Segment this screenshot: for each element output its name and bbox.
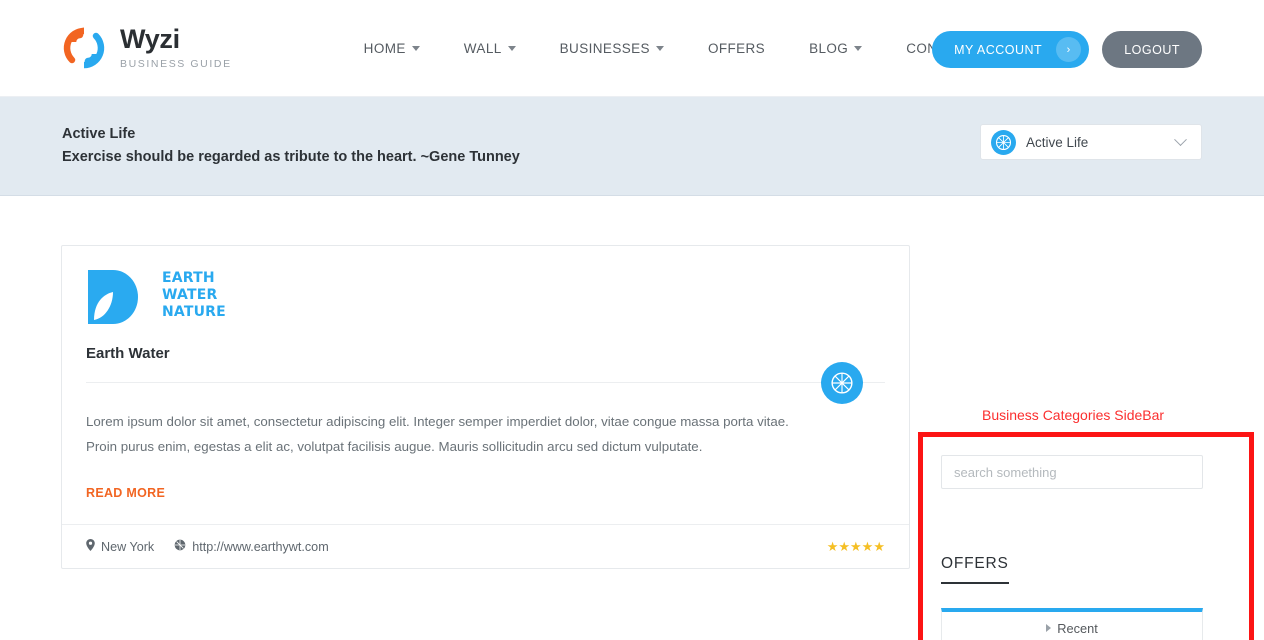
nav-label: WALL bbox=[463, 40, 502, 56]
business-listing-card: EARTH WATER NATURE Earth Water Lorem ips… bbox=[61, 245, 910, 569]
my-account-button[interactable]: MY ACCOUNT › bbox=[932, 31, 1090, 68]
location-text: New York bbox=[101, 539, 155, 554]
page-title: Active Life bbox=[62, 126, 136, 142]
card-footer: New York http://www.earthywt.com ★★★★★ bbox=[62, 524, 909, 568]
nav-label: BUSINESSES bbox=[559, 40, 650, 56]
basketball-circle-icon[interactable] bbox=[821, 362, 863, 404]
globe-icon bbox=[174, 539, 186, 554]
nav-item-offers[interactable]: OFFERS bbox=[686, 31, 787, 66]
logout-button[interactable]: LOGOUT bbox=[1102, 31, 1202, 68]
brand-logo[interactable]: Wyzi BUSINESS GUIDE bbox=[62, 26, 232, 70]
sidebar-annotation-label: Business Categories SideBar bbox=[982, 407, 1165, 423]
logo-line-2: WATER bbox=[162, 287, 218, 303]
chevron-down-icon bbox=[411, 45, 420, 51]
swirl-logo-icon bbox=[62, 26, 106, 70]
site-header: Wyzi BUSINESS GUIDE HOME WALL BUSINESSES… bbox=[0, 0, 1264, 97]
triangle-right-icon bbox=[1046, 624, 1052, 632]
brand-name: Wyzi bbox=[120, 24, 180, 54]
rating-stars: ★★★★★ bbox=[826, 538, 885, 554]
brand-text: Wyzi BUSINESS GUIDE bbox=[120, 24, 232, 71]
map-pin-icon bbox=[86, 539, 95, 554]
business-logo-row: EARTH WATER NATURE bbox=[86, 268, 885, 324]
category-quote: Exercise should be regarded as tribute t… bbox=[62, 149, 520, 165]
offers-panel: Recent bbox=[941, 608, 1203, 640]
nav-item-home[interactable]: HOME bbox=[342, 31, 442, 66]
chevron-down-icon bbox=[655, 45, 664, 51]
header-actions: MY ACCOUNT › LOGOUT bbox=[932, 31, 1202, 68]
chevron-right-icon: › bbox=[1056, 37, 1082, 62]
category-select-value: Active Life bbox=[1026, 134, 1089, 150]
logout-label: LOGOUT bbox=[1124, 42, 1180, 57]
business-name[interactable]: Earth Water bbox=[86, 345, 885, 362]
tab-recent-label: Recent bbox=[1057, 620, 1098, 636]
chevron-down-icon bbox=[854, 45, 863, 51]
chevron-down-icon bbox=[1174, 132, 1187, 146]
offers-heading: OFFERS bbox=[941, 555, 1009, 584]
search-input[interactable] bbox=[941, 455, 1203, 489]
earth-water-logo-icon bbox=[86, 268, 140, 324]
earth-water-wordmark: EARTH WATER NATURE bbox=[162, 270, 226, 321]
read-more-link[interactable]: READ MORE bbox=[86, 486, 165, 500]
nav-label: BLOG bbox=[809, 40, 849, 56]
nav-item-blog[interactable]: BLOG bbox=[787, 31, 884, 66]
tab-recent[interactable]: Recent bbox=[942, 612, 1202, 640]
nav-item-wall[interactable]: WALL bbox=[442, 31, 538, 66]
my-account-label: MY ACCOUNT bbox=[954, 42, 1043, 57]
page-content: EARTH WATER NATURE Earth Water Lorem ips… bbox=[0, 196, 1264, 640]
nav-label: OFFERS bbox=[707, 40, 766, 56]
business-categories-sidebar: OFFERS Recent bbox=[918, 432, 1254, 640]
business-description-line-1: Lorem ipsum dolor sit amet, consectetur … bbox=[86, 414, 789, 429]
logo-line-3: NATURE bbox=[162, 304, 226, 320]
website-meta[interactable]: http://www.earthywt.com bbox=[174, 539, 329, 554]
sidebar-inner: OFFERS Recent bbox=[923, 437, 1249, 640]
website-text: http://www.earthywt.com bbox=[192, 539, 329, 554]
logo-line-1: EARTH bbox=[162, 270, 215, 286]
basketball-circle-icon bbox=[991, 129, 1016, 155]
category-select[interactable]: Active Life bbox=[980, 124, 1202, 160]
location-meta: New York bbox=[86, 539, 154, 554]
brand-tagline: BUSINESS GUIDE bbox=[120, 58, 232, 70]
nav-label: HOME bbox=[363, 40, 406, 56]
card-divider bbox=[86, 362, 885, 404]
chevron-down-icon bbox=[507, 45, 516, 51]
main-navigation: HOME WALL BUSINESSES OFFERS BLOG CONTACT bbox=[342, 31, 996, 66]
nav-item-businesses[interactable]: BUSINESSES bbox=[538, 31, 686, 66]
card-header: EARTH WATER NATURE Earth Water bbox=[62, 246, 909, 404]
card-body: Lorem ipsum dolor sit amet, consectetur … bbox=[62, 383, 909, 502]
business-description-line-2: Proin purus enim, egestas a elit ac, vol… bbox=[86, 439, 703, 454]
